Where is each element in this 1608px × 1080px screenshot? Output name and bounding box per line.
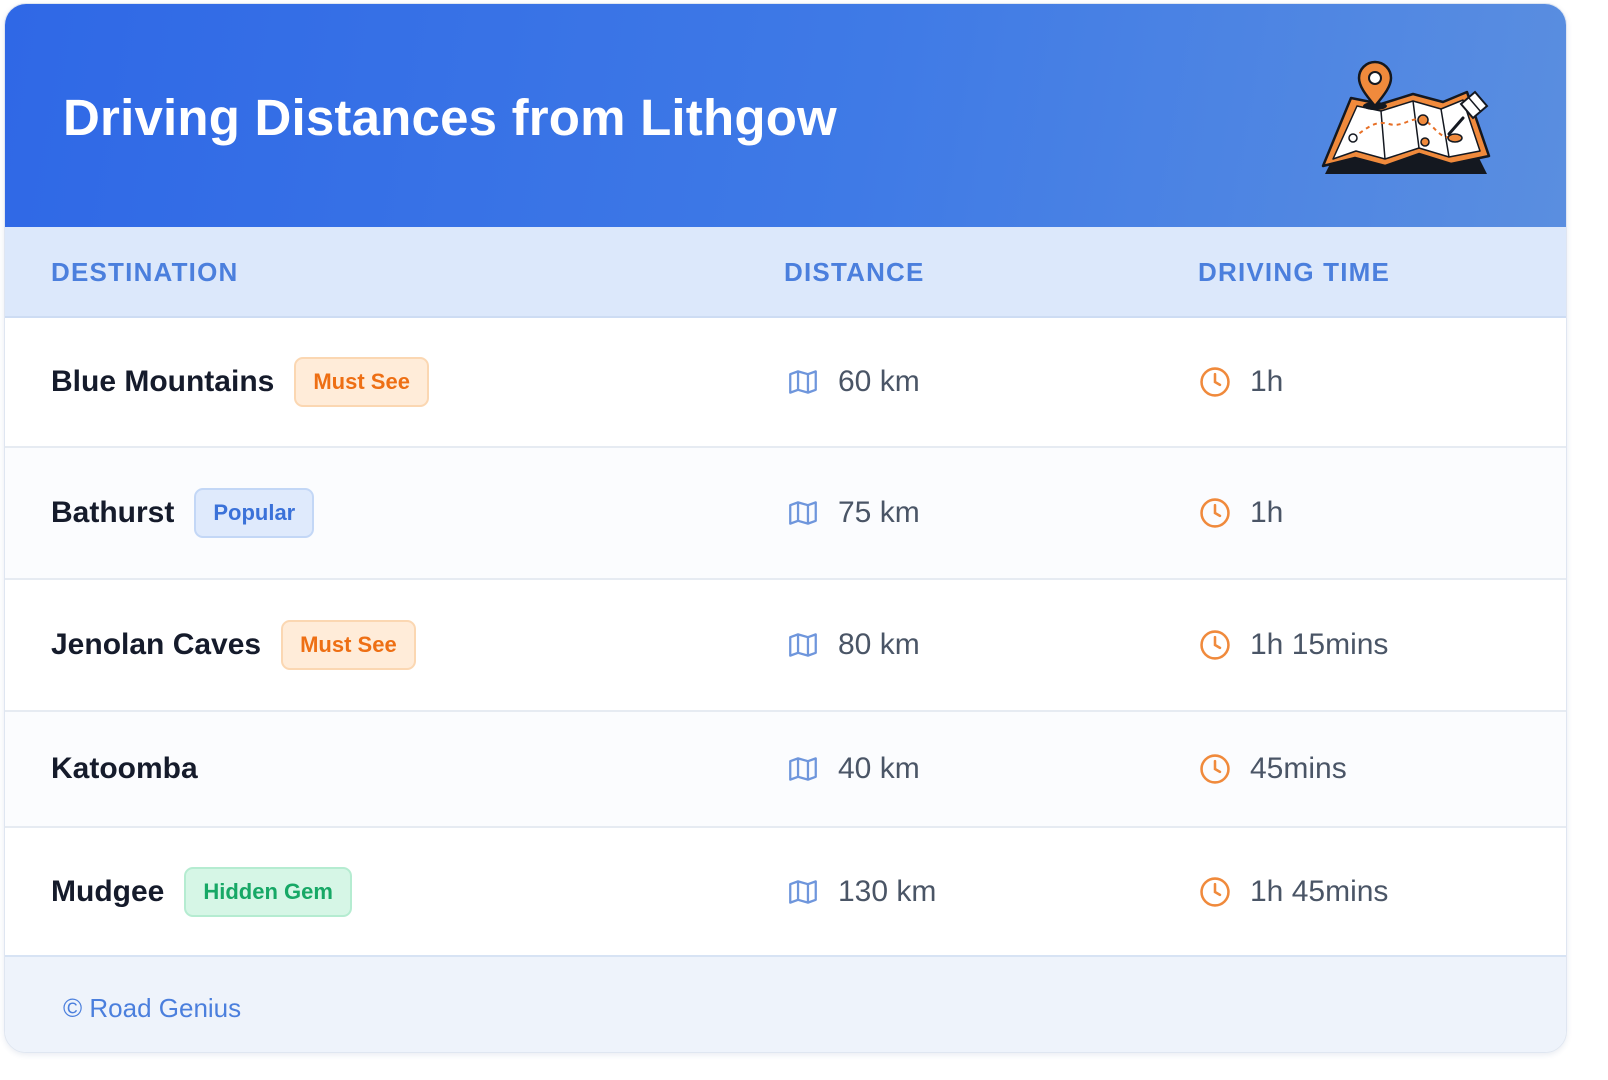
driving-time-value: 45mins bbox=[1250, 752, 1347, 785]
table-row: Blue Mountains Must See 60 km 1h bbox=[5, 318, 1566, 448]
distance-cell: 130 km bbox=[786, 872, 936, 912]
table-row: Bathurst Popular 75 km 1h bbox=[5, 448, 1566, 580]
page-title: Driving Distances from Lithgow bbox=[63, 89, 837, 146]
destination-cell: Mudgee Hidden Gem bbox=[51, 866, 352, 918]
distance-value: 130 km bbox=[838, 874, 937, 908]
driving-time-cell: 1h bbox=[1198, 493, 1283, 533]
destination-cell: Katoomba bbox=[51, 743, 198, 795]
map-icon bbox=[789, 501, 817, 525]
distance-value: 60 km bbox=[838, 365, 920, 398]
map-icon bbox=[789, 879, 817, 904]
destination-cell: Blue Mountains Must See bbox=[51, 356, 429, 408]
card-footer: © Road Genius bbox=[5, 955, 1566, 1052]
table-row: Katoomba 40 km 45mins bbox=[5, 712, 1566, 828]
destination-badge: Popular bbox=[194, 488, 315, 538]
distance-cell: 60 km bbox=[786, 362, 920, 402]
distance-cell: 75 km bbox=[786, 493, 920, 533]
distance-card: Driving Distances from Lithgow DESTINATI… bbox=[4, 3, 1567, 1053]
map-icon bbox=[789, 633, 817, 657]
destination-cell: Jenolan Caves Must See bbox=[51, 619, 416, 671]
table-header: DESTINATION DISTANCE DRIVING TIME bbox=[5, 227, 1566, 318]
clock-icon bbox=[1200, 367, 1230, 397]
driving-time-value: 1h bbox=[1250, 496, 1284, 529]
destination-name: Blue Mountains bbox=[51, 365, 275, 398]
clock-icon bbox=[1200, 630, 1230, 660]
driving-time-cell: 45mins bbox=[1198, 749, 1347, 789]
distance-cell: 40 km bbox=[786, 749, 920, 789]
card-header: Driving Distances from Lithgow bbox=[5, 4, 1566, 227]
destination-name: Jenolan Caves bbox=[51, 628, 262, 661]
distance-cell: 80 km bbox=[786, 625, 920, 665]
clock-icon bbox=[1200, 754, 1230, 784]
destination-name: Bathurst bbox=[51, 496, 175, 529]
clock-icon bbox=[1200, 876, 1230, 907]
destination-badge: Must See bbox=[294, 357, 429, 407]
driving-time-value: 1h bbox=[1250, 365, 1284, 398]
driving-time-value: 1h 45mins bbox=[1250, 874, 1389, 908]
map-icon bbox=[789, 370, 817, 394]
destination-name: Mudgee bbox=[51, 874, 165, 908]
footer-credit-link[interactable]: © Road Genius bbox=[63, 993, 241, 1023]
driving-time-value: 1h 15mins bbox=[1250, 628, 1389, 661]
destination-badge: Must See bbox=[281, 620, 416, 670]
column-header-destination[interactable]: DESTINATION bbox=[51, 257, 239, 287]
driving-time-cell: 1h 15mins bbox=[1198, 625, 1388, 665]
map-icon bbox=[789, 757, 817, 781]
column-header-distance[interactable]: DISTANCE bbox=[784, 257, 925, 287]
clock-icon bbox=[1200, 498, 1230, 528]
driving-time-cell: 1h bbox=[1198, 362, 1283, 402]
distance-value: 40 km bbox=[838, 752, 920, 785]
distance-value: 80 km bbox=[838, 628, 920, 661]
destination-cell: Bathurst Popular bbox=[51, 487, 315, 539]
destination-badge: Hidden Gem bbox=[184, 866, 352, 917]
distance-value: 75 km bbox=[838, 496, 920, 529]
table-row: Mudgee Hidden Gem 130 km 1h 45mins bbox=[5, 828, 1566, 955]
destination-name: Katoomba bbox=[51, 752, 198, 785]
map-with-pins-icon bbox=[1321, 60, 1491, 174]
driving-time-cell: 1h 45mins bbox=[1198, 872, 1388, 912]
column-header-driving-time[interactable]: DRIVING TIME bbox=[1198, 257, 1390, 287]
table-row: Jenolan Caves Must See 80 km 1h 15mins bbox=[5, 580, 1566, 712]
